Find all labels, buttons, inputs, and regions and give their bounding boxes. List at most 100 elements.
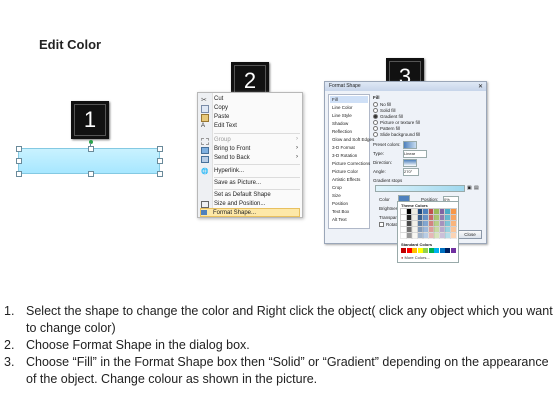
- gradient-stops-bar[interactable]: [375, 185, 465, 192]
- theme-color-swatch[interactable]: [405, 226, 413, 233]
- theme-color-swatch[interactable]: [400, 226, 407, 233]
- theme-color-swatch[interactable]: [449, 226, 457, 233]
- theme-color-swatch[interactable]: [411, 232, 418, 239]
- theme-color-swatch[interactable]: [438, 214, 446, 221]
- standard-color-swatch[interactable]: [450, 248, 456, 253]
- theme-color-swatch[interactable]: [405, 214, 413, 221]
- category-glow[interactable]: Glow and Soft Edges: [332, 136, 374, 143]
- theme-color-swatch[interactable]: [438, 226, 446, 233]
- standard-color-swatch[interactable]: [401, 248, 406, 253]
- theme-color-swatch[interactable]: [427, 226, 435, 233]
- theme-color-swatch[interactable]: [444, 232, 451, 239]
- category-picture-color[interactable]: Picture Color: [332, 168, 358, 175]
- standard-color-swatch[interactable]: [417, 248, 423, 253]
- category-shadow[interactable]: Shadow: [332, 120, 348, 127]
- menu-item-copy[interactable]: Copy: [214, 104, 228, 113]
- theme-color-swatch[interactable]: [438, 232, 446, 239]
- theme-color-swatch[interactable]: [427, 208, 435, 215]
- category-fill[interactable]: Fill: [330, 96, 368, 103]
- theme-color-swatch[interactable]: [411, 220, 418, 227]
- menu-item-bring-to-front[interactable]: Bring to Front: [214, 145, 250, 154]
- theme-color-swatch[interactable]: [427, 220, 435, 227]
- theme-color-swatch[interactable]: [422, 208, 429, 215]
- add-stop-icon[interactable]: ▣: [467, 185, 472, 191]
- standard-color-swatch[interactable]: [439, 248, 445, 253]
- theme-color-swatch[interactable]: [422, 226, 429, 233]
- theme-color-swatch[interactable]: [400, 208, 407, 215]
- theme-color-swatch[interactable]: [400, 220, 407, 227]
- theme-color-swatch[interactable]: [400, 232, 407, 239]
- theme-color-swatch[interactable]: [405, 220, 413, 227]
- resize-handle[interactable]: [88, 146, 94, 152]
- theme-color-swatch[interactable]: [427, 232, 435, 239]
- resize-handle[interactable]: [157, 158, 163, 164]
- standard-color-swatch[interactable]: [428, 248, 434, 253]
- category-line-style[interactable]: Line Style: [332, 112, 352, 119]
- close-button[interactable]: Close: [458, 230, 482, 239]
- theme-color-swatch[interactable]: [411, 208, 418, 215]
- radio-slide-bg-fill[interactable]: Slide background fill: [373, 132, 420, 138]
- category-picture-corrections[interactable]: Picture Corrections: [332, 160, 370, 167]
- theme-color-swatch[interactable]: [416, 232, 424, 239]
- standard-color-swatch[interactable]: [434, 248, 439, 253]
- more-colors-link[interactable]: ● More Colors...: [401, 255, 430, 260]
- menu-item-set-default-shape[interactable]: Set as Default Shape: [214, 191, 271, 200]
- theme-color-swatch[interactable]: [444, 220, 451, 227]
- standard-color-swatch[interactable]: [406, 248, 412, 253]
- category-artistic-effects[interactable]: Artistic Effects: [332, 176, 360, 183]
- menu-item-save-as-picture[interactable]: Save as Picture...: [214, 179, 261, 188]
- theme-color-swatch[interactable]: [433, 226, 440, 233]
- theme-color-swatch[interactable]: [433, 232, 440, 239]
- menu-item-hyperlink[interactable]: Hyperlink...: [214, 167, 244, 176]
- category-crop[interactable]: Crop: [332, 184, 342, 191]
- resize-handle[interactable]: [157, 171, 163, 177]
- theme-color-swatch[interactable]: [400, 214, 407, 221]
- theme-color-swatch[interactable]: [427, 214, 435, 221]
- menu-item-edit-text[interactable]: Edit Text: [214, 122, 237, 131]
- category-reflection[interactable]: Reflection: [332, 128, 352, 135]
- theme-color-swatch[interactable]: [411, 226, 418, 233]
- standard-color-swatch[interactable]: [412, 248, 417, 253]
- theme-color-swatch[interactable]: [444, 226, 451, 233]
- theme-color-swatch[interactable]: [444, 214, 451, 221]
- theme-color-swatch[interactable]: [433, 214, 440, 221]
- theme-color-swatch[interactable]: [433, 220, 440, 227]
- theme-color-swatch[interactable]: [449, 232, 457, 239]
- theme-color-swatch[interactable]: [422, 214, 429, 221]
- theme-color-swatch[interactable]: [405, 232, 413, 239]
- type-dropdown[interactable]: Linear: [403, 150, 427, 158]
- category-size[interactable]: Size: [332, 192, 341, 199]
- theme-color-swatch[interactable]: [444, 208, 451, 215]
- resize-handle[interactable]: [88, 171, 94, 177]
- theme-color-swatch[interactable]: [422, 220, 429, 227]
- remove-stop-icon[interactable]: ▤: [474, 185, 479, 191]
- menu-item-format-shape[interactable]: Format Shape...: [200, 208, 300, 217]
- angle-input[interactable]: 270°: [403, 168, 419, 176]
- category-3d-rotation[interactable]: 3-D Rotation: [332, 152, 357, 159]
- menu-item-send-to-back[interactable]: Send to Back: [214, 154, 250, 163]
- preset-colors-dropdown[interactable]: [403, 141, 417, 149]
- category-3d-format[interactable]: 3-D Format: [332, 144, 355, 151]
- direction-dropdown[interactable]: [403, 159, 417, 167]
- theme-color-swatch[interactable]: [416, 220, 424, 227]
- theme-color-swatch[interactable]: [449, 214, 457, 221]
- menu-item-cut[interactable]: Cut: [214, 95, 223, 104]
- resize-handle[interactable]: [16, 158, 22, 164]
- theme-color-swatch[interactable]: [433, 208, 440, 215]
- category-position[interactable]: Position: [332, 200, 348, 207]
- resize-handle[interactable]: [16, 171, 22, 177]
- standard-color-swatch[interactable]: [445, 248, 450, 253]
- theme-color-swatch[interactable]: [405, 208, 413, 215]
- theme-color-swatch[interactable]: [449, 208, 457, 215]
- theme-color-swatch[interactable]: [416, 214, 424, 221]
- theme-color-swatch[interactable]: [422, 232, 429, 239]
- theme-color-swatch[interactable]: [438, 208, 446, 215]
- category-line-color[interactable]: Line Color: [332, 104, 353, 111]
- theme-color-swatch[interactable]: [411, 214, 418, 221]
- standard-color-swatch[interactable]: [423, 248, 428, 253]
- theme-color-swatch[interactable]: [449, 220, 457, 227]
- theme-color-swatch[interactable]: [416, 208, 424, 215]
- dialog-close-icon[interactable]: ✕: [478, 83, 483, 90]
- resize-handle[interactable]: [157, 146, 163, 152]
- resize-handle[interactable]: [16, 146, 22, 152]
